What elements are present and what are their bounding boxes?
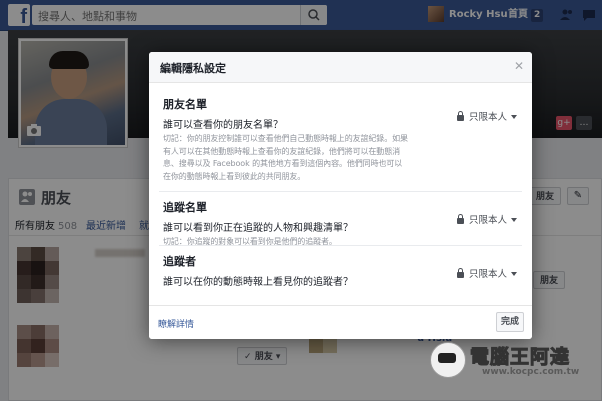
watermark: 電腦王阿達 www.kocpc.com.tw (430, 342, 600, 382)
section-note: 切記：你的朋友控制誰可以查看他們自己動態時報上的友誼紀錄。如果有人可以在其他動態… (163, 134, 408, 181)
mascot-icon (430, 342, 466, 378)
watermark-text: 電腦王阿達 (469, 346, 571, 369)
privacy-label: 只限本人 (468, 215, 507, 226)
privacy-selector[interactable]: 只限本人 (456, 111, 517, 125)
section-title: 朋友名單 (163, 98, 207, 111)
section-note: 切記：你追蹤的對象可以看到你是他們的追蹤者。 (163, 237, 337, 246)
divider (159, 191, 522, 192)
dialog-footer: 瞭解詳情 完成 (149, 305, 532, 339)
lock-icon (456, 214, 464, 224)
privacy-selector[interactable]: 只限本人 (456, 268, 517, 282)
watermark-url: www.kocpc.com.tw (482, 367, 580, 377)
chevron-down-icon (511, 272, 517, 276)
dialog-title: 編輯隱私設定 (160, 62, 226, 75)
section-title: 追蹤者 (163, 255, 196, 268)
privacy-label: 只限本人 (468, 269, 507, 280)
chevron-down-icon (511, 218, 517, 222)
close-icon[interactable]: ✕ (514, 59, 524, 73)
dialog-header: 編輯隱私設定 ✕ (149, 52, 532, 83)
lock-icon (456, 268, 464, 278)
learn-more-link[interactable]: 瞭解詳情 (158, 317, 194, 330)
section-title: 追蹤名單 (163, 201, 207, 214)
section-friends-list: 朋友名單 誰可以查看你的朋友名單？ 切記：你的朋友控制誰可以查看他們自己動態時報… (163, 96, 517, 183)
lock-icon (456, 111, 464, 121)
divider (159, 245, 522, 246)
done-button[interactable]: 完成 (496, 312, 524, 332)
privacy-dialog: 編輯隱私設定 ✕ 朋友名單 誰可以查看你的朋友名單？ 切記：你的朋友控制誰可以查… (149, 52, 532, 339)
privacy-label: 只限本人 (468, 112, 507, 123)
privacy-selector[interactable]: 只限本人 (456, 214, 517, 228)
chevron-down-icon (511, 115, 517, 119)
